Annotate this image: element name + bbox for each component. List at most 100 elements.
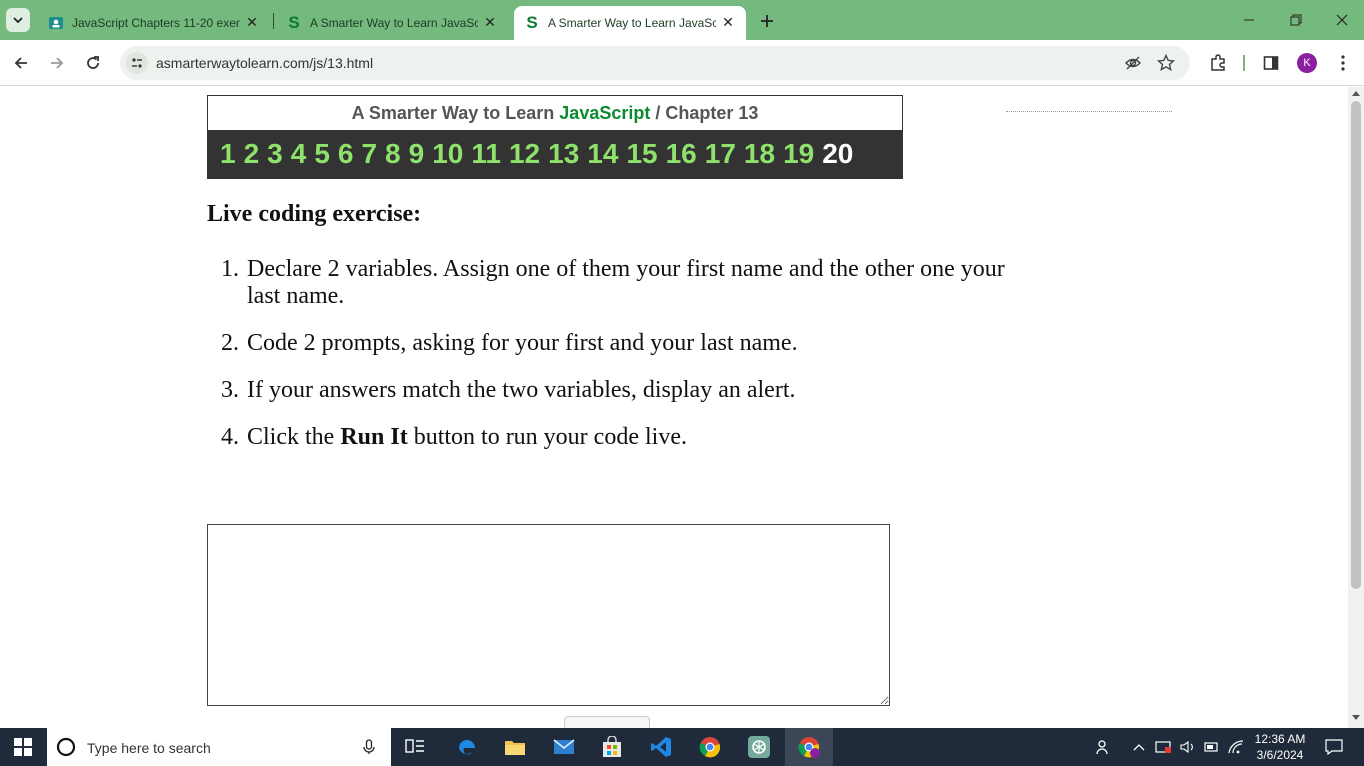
tab-search-button[interactable]	[6, 8, 30, 32]
run-it-label: Run It	[340, 424, 408, 450]
taskbar-search[interactable]: Type here to search	[47, 728, 391, 766]
task-view-icon[interactable]	[391, 728, 439, 766]
close-icon[interactable]: ✕	[244, 14, 260, 30]
title-chapter: Chapter 13	[665, 103, 759, 123]
chapter-link-11[interactable]: 11	[471, 138, 501, 170]
title-separator: /	[650, 103, 666, 123]
people-icon[interactable]	[1080, 728, 1128, 766]
tab-title: A Smarter Way to Learn JavaScr	[310, 16, 478, 30]
step-text: Code 2 prompts, asking for your first an…	[247, 330, 798, 356]
chapter-link-5[interactable]: 5	[314, 138, 330, 170]
side-panel-button[interactable]	[1257, 49, 1285, 77]
clock-date: 3/6/2024	[1256, 748, 1304, 762]
dotted-divider	[1006, 111, 1172, 112]
avatar[interactable]: K	[1297, 53, 1317, 73]
title-brand: JavaScript	[559, 103, 651, 123]
site-info-icon[interactable]	[126, 52, 148, 74]
chevron-up-icon[interactable]	[1128, 728, 1150, 766]
chapter-link-9[interactable]: 9	[409, 138, 425, 170]
new-tab-button[interactable]	[756, 10, 778, 32]
title-prefix: A Smarter Way to Learn	[351, 103, 560, 123]
restore-button[interactable]	[1283, 10, 1309, 30]
clock-time: 12:36 AM	[1254, 732, 1306, 746]
chrome-profile-icon[interactable]	[785, 728, 833, 766]
chapter-link-7[interactable]: 7	[361, 138, 377, 170]
chevron-down-icon	[13, 17, 23, 24]
extensions-button[interactable]	[1204, 49, 1232, 77]
forward-button[interactable]	[43, 49, 71, 77]
step-number: 2.	[221, 330, 239, 356]
step-number: 1.	[221, 256, 239, 282]
side-panel-icon	[1263, 56, 1279, 70]
tab-smarter-way-active[interactable]: S A Smarter Way to Learn JavaScr ✕	[514, 6, 746, 40]
chapter-link-20[interactable]: 20	[822, 138, 853, 170]
vscode-icon[interactable]	[637, 728, 685, 766]
step-number: 4.	[221, 424, 239, 450]
chapter-link-13[interactable]: 13	[548, 138, 579, 170]
run-it-button[interactable]	[564, 716, 650, 728]
system-clock[interactable]: 12:36 AM 3/6/2024	[1248, 731, 1312, 763]
wifi-icon[interactable]	[1224, 728, 1248, 766]
tab-classroom[interactable]: JavaScript Chapters 11-20 exerc ✕	[38, 6, 270, 40]
chapter-link-14[interactable]: 14	[587, 138, 618, 170]
scrollbar[interactable]	[1348, 87, 1364, 728]
code-editor[interactable]	[207, 524, 890, 706]
store-icon[interactable]	[588, 728, 636, 766]
bookmark-star-icon[interactable]	[1156, 53, 1176, 72]
more-vertical-icon	[1341, 55, 1345, 71]
puzzle-icon	[1211, 54, 1225, 71]
toolbar-divider	[1243, 55, 1245, 71]
chapter-link-19[interactable]: 19	[783, 138, 814, 170]
chapter-link-8[interactable]: 8	[385, 138, 401, 170]
chapter-link-4[interactable]: 4	[291, 138, 307, 170]
classroom-icon	[48, 15, 64, 31]
tab-title: JavaScript Chapters 11-20 exerc	[72, 16, 240, 30]
scroll-thumb[interactable]	[1351, 101, 1361, 589]
chapter-link-17[interactable]: 17	[705, 138, 736, 170]
chapter-link-15[interactable]: 15	[626, 138, 657, 170]
menu-button[interactable]	[1329, 49, 1357, 77]
chapter-link-12[interactable]: 12	[509, 138, 540, 170]
chapter-link-16[interactable]: 16	[666, 138, 697, 170]
chapter-link-6[interactable]: 6	[338, 138, 354, 170]
step-text-pre: Click the	[247, 424, 341, 450]
chrome-icon[interactable]	[686, 728, 734, 766]
minimize-button[interactable]	[1236, 10, 1262, 30]
file-explorer-icon[interactable]	[491, 728, 539, 766]
chapter-link-18[interactable]: 18	[744, 138, 775, 170]
start-button[interactable]	[0, 728, 46, 766]
edge-icon[interactable]	[443, 728, 491, 766]
notifications-icon[interactable]	[1316, 728, 1352, 766]
chapter-link-10[interactable]: 10	[432, 138, 463, 170]
chapter-link-1[interactable]: 1	[220, 138, 236, 170]
chapter-link-2[interactable]: 2	[244, 138, 260, 170]
chatgpt-icon[interactable]	[735, 728, 783, 766]
tab-separator	[273, 13, 274, 29]
address-bar[interactable]: asmarterwaytolearn.com/js/13.html	[120, 46, 1190, 80]
reload-button[interactable]	[79, 49, 107, 77]
close-icon[interactable]: ✕	[720, 14, 736, 30]
battery-icon[interactable]	[1200, 728, 1224, 766]
search-placeholder: Type here to search	[87, 740, 211, 756]
step-text: Click the Run It button to run your code…	[247, 424, 1007, 451]
scroll-up-arrow[interactable]	[1352, 91, 1360, 96]
avatar-initial: K	[1303, 57, 1311, 69]
reload-icon	[87, 56, 99, 69]
page-title: A Smarter Way to Learn JavaScript / Chap…	[208, 96, 902, 130]
mail-icon[interactable]	[540, 728, 588, 766]
battery-alert-icon[interactable]	[1152, 728, 1176, 766]
eye-off-icon[interactable]	[1124, 54, 1142, 72]
close-window-button[interactable]	[1329, 10, 1355, 30]
microphone-icon[interactable]	[363, 739, 375, 755]
arrow-left-icon	[14, 57, 27, 69]
step-item: 1. Declare 2 variables. Assign one of th…	[207, 256, 1007, 316]
back-button[interactable]	[7, 49, 35, 77]
close-icon[interactable]: ✕	[482, 14, 498, 30]
volume-icon[interactable]	[1176, 728, 1200, 766]
scroll-down-arrow[interactable]	[1352, 715, 1360, 720]
plus-icon	[761, 15, 773, 27]
minimize-icon	[1244, 19, 1254, 21]
taskbar: Type here to search 12:36 AM 3/6/2024	[0, 728, 1364, 766]
chapter-link-3[interactable]: 3	[267, 138, 283, 170]
tab-smarter-way-1[interactable]: S A Smarter Way to Learn JavaScr ✕	[276, 6, 508, 40]
